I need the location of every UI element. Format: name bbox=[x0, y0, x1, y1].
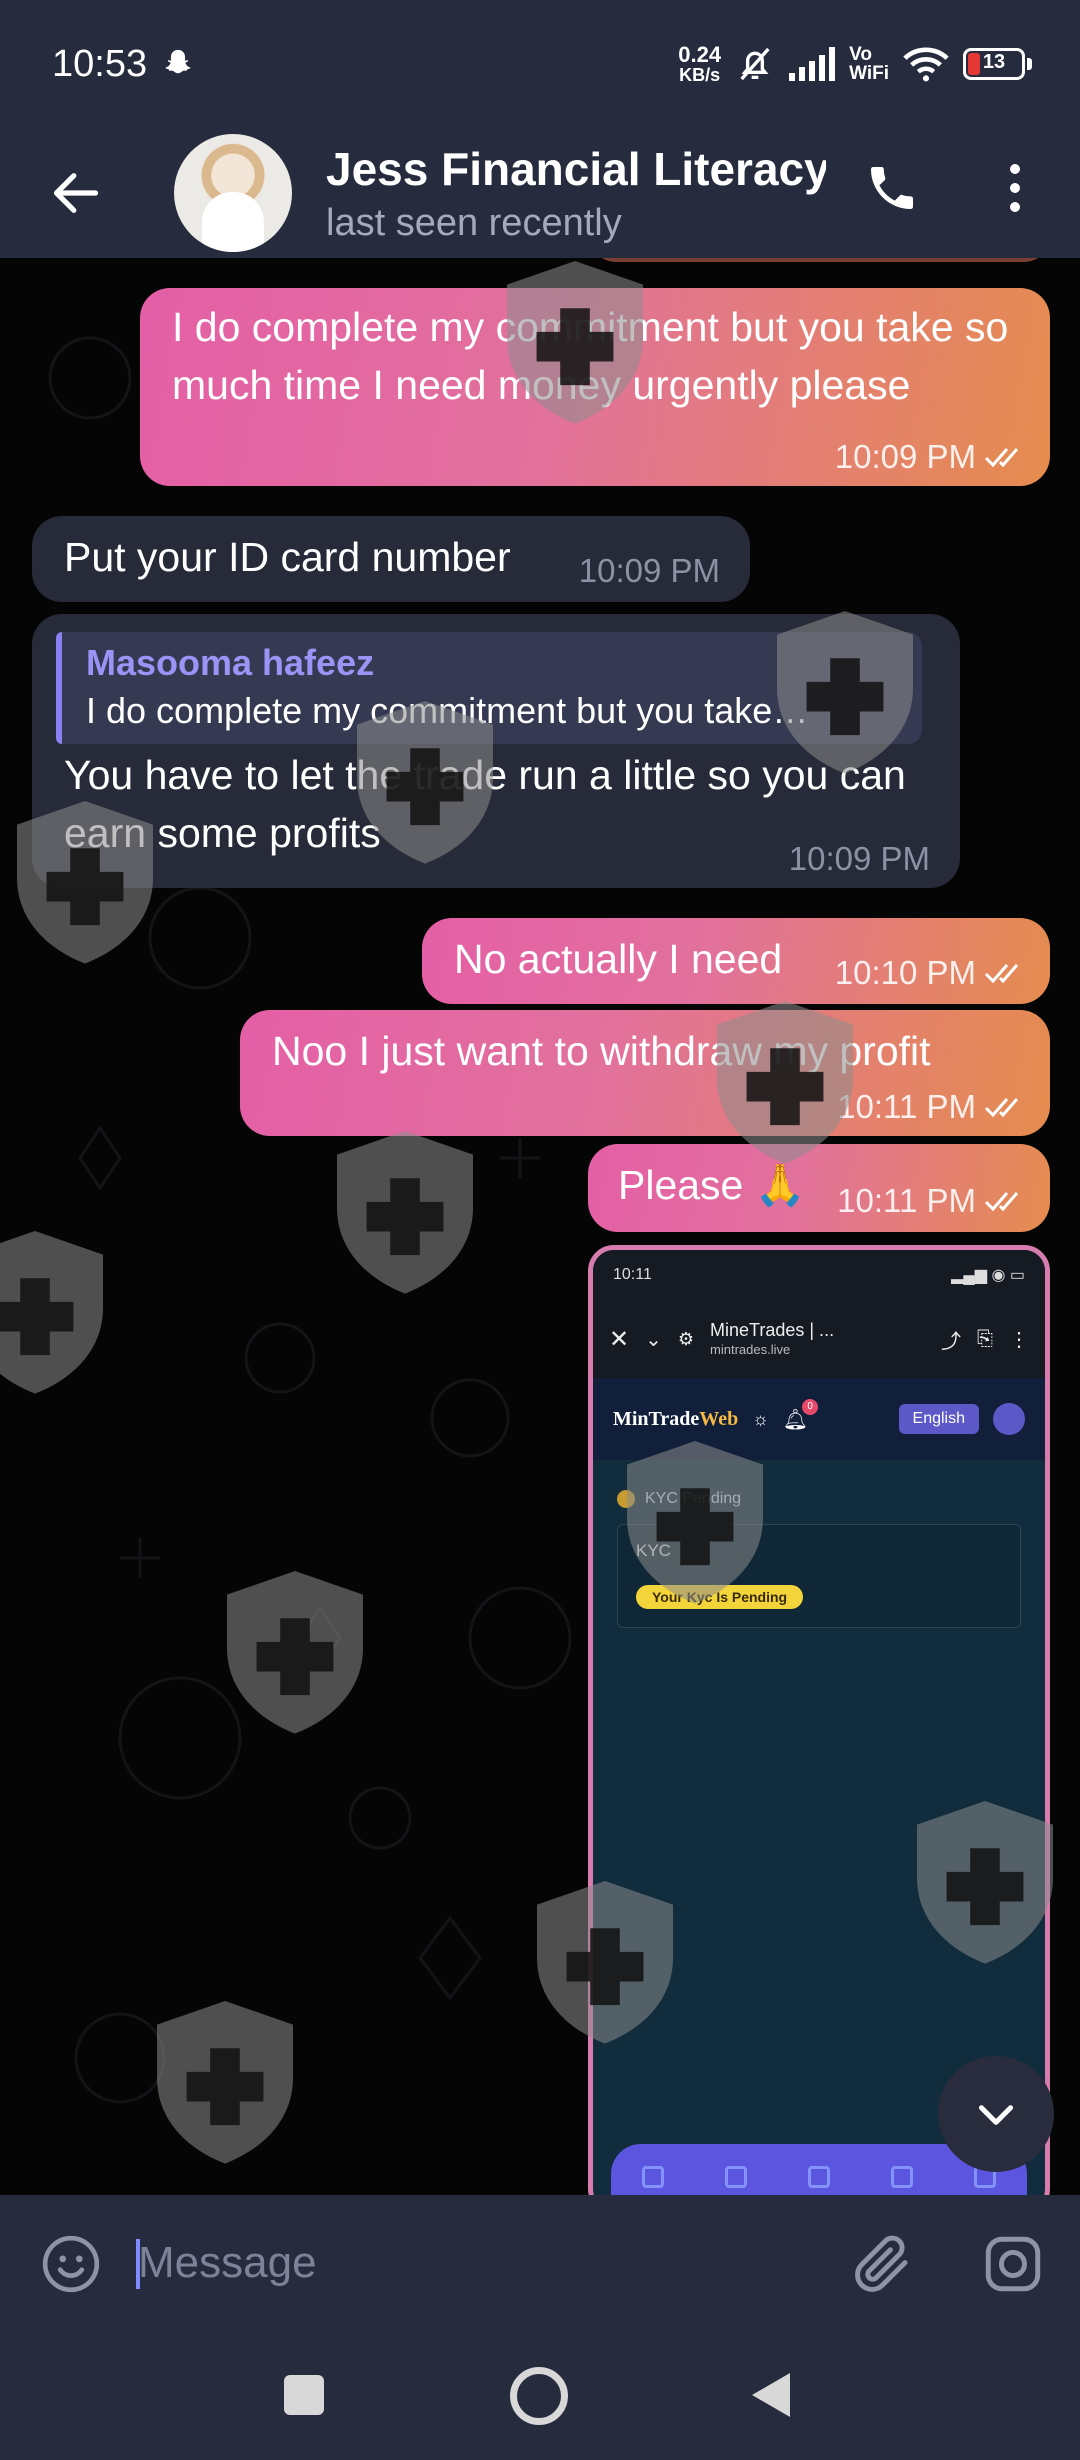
bookmark-icon: ⎘ bbox=[977, 1327, 993, 1350]
kyc-title: KYC bbox=[636, 1541, 671, 1560]
kyc-pending-heading: KYC Pending bbox=[617, 1490, 1021, 1508]
kyc-card: KYC Your Kyc Is Pending bbox=[617, 1524, 1021, 1628]
message-input[interactable] bbox=[138, 2223, 798, 2303]
more-options-button[interactable] bbox=[990, 148, 1040, 228]
message-time: 10:11 PM bbox=[837, 1088, 976, 1125]
chevron-down-icon: ⌄ bbox=[645, 1328, 662, 1351]
message-text: I do complete my commitment but you take… bbox=[172, 304, 1009, 408]
sun-icon: ☼ bbox=[752, 1408, 769, 1429]
scroll-to-bottom-button[interactable] bbox=[938, 2056, 1054, 2172]
screenshot-page-body: KYC Pending KYC Your Kyc Is Pending bbox=[593, 1460, 1045, 1658]
image-message-screenshot[interactable]: 10:11 ▂▄▆ ◉ ▭ ✕ ⌄ ⚙ MineTrades | ... min… bbox=[588, 1245, 1050, 2195]
message-time: 10:09 PM bbox=[578, 552, 720, 589]
battery-icon: 13 bbox=[963, 48, 1032, 80]
dot-icon bbox=[1010, 164, 1020, 174]
message-time: 10:09 PM bbox=[834, 438, 976, 475]
chat-title: Jess Financial Literacy bbox=[326, 142, 826, 195]
grid-icon bbox=[641, 2166, 664, 2188]
screenshot-status-icons: ▂▄▆ ◉ ▭ bbox=[951, 1267, 1025, 1284]
message-text: No actually I need bbox=[454, 936, 783, 982]
notification-count: 0 bbox=[802, 1398, 819, 1415]
message-meta: 10:10 PM bbox=[835, 954, 1030, 992]
message-meta: 10:11 PM bbox=[837, 1182, 1030, 1220]
call-button[interactable] bbox=[852, 148, 932, 228]
status-bar: 10:53 0.24 KB/s Vo WiFi 13 bbox=[0, 0, 1080, 128]
wifi-icon bbox=[903, 47, 949, 82]
instagram-camera-icon[interactable] bbox=[980, 2231, 1046, 2297]
site-settings-icon: ⚙ bbox=[677, 1328, 695, 1349]
back-button[interactable] bbox=[26, 143, 126, 243]
user-icon bbox=[993, 1403, 1025, 1435]
emoji-icon[interactable] bbox=[40, 2233, 102, 2295]
message-text: Noo I just want to withdraw my profit bbox=[272, 1028, 931, 1074]
system-nav-bar bbox=[0, 2331, 1080, 2460]
message-text: Please 🙏 bbox=[618, 1162, 806, 1208]
double-check-icon bbox=[984, 1098, 1019, 1118]
home-button[interactable] bbox=[510, 2367, 568, 2425]
recent-apps-button[interactable] bbox=[284, 2375, 324, 2415]
battery-level: 13 bbox=[982, 51, 1006, 73]
double-check-icon bbox=[984, 448, 1019, 468]
message-text: Put your ID card number bbox=[64, 534, 511, 580]
last-seen-status: last seen recently bbox=[326, 201, 622, 244]
message-incoming[interactable]: Put your ID card number 10:09 PM bbox=[32, 516, 750, 602]
status-icons: 0.24 KB/s Vo WiFi 13 bbox=[678, 44, 1032, 84]
mute-bell-icon bbox=[740, 47, 770, 81]
status-time: 10:53 bbox=[52, 42, 148, 85]
phone-icon bbox=[871, 167, 913, 209]
chat-info[interactable]: Jess Financial Literacy last seen recent… bbox=[326, 142, 826, 245]
message-time: 10:10 PM bbox=[834, 954, 976, 991]
close-icon: ✕ bbox=[609, 1325, 630, 1353]
chat-area[interactable]: I do complete my commitment but you take… bbox=[0, 258, 1080, 2195]
snapchat-icon bbox=[165, 49, 191, 74]
cube-icon bbox=[807, 2166, 830, 2188]
reply-text: I do complete my commitment but you take… bbox=[86, 690, 809, 731]
message-time: 10:09 PM bbox=[788, 840, 930, 877]
signal-icon bbox=[789, 47, 836, 81]
gift-icon bbox=[891, 2166, 914, 2188]
reply-quote[interactable]: Masooma hafeez I do complete my commitme… bbox=[56, 632, 922, 744]
download-icon bbox=[724, 2166, 747, 2188]
site-logo: MinTradeWeb bbox=[613, 1407, 739, 1430]
message-outgoing[interactable]: No actually I need 10:10 PM bbox=[422, 918, 1050, 1004]
double-check-icon bbox=[984, 964, 1019, 984]
chevron-down-icon bbox=[978, 2105, 1014, 2125]
arrow-left-icon bbox=[53, 173, 99, 213]
screenshot-url: MineTrades | ... mintrades.live bbox=[710, 1320, 835, 1357]
screenshot-status-bar: 10:11 ▂▄▆ ◉ ▭ bbox=[593, 1250, 1045, 1300]
reply-author: Masooma hafeez bbox=[86, 642, 375, 683]
back-nav-button[interactable] bbox=[752, 2373, 790, 2417]
paperclip-icon[interactable] bbox=[850, 2231, 916, 2297]
screenshot-browser-bar: ✕ ⌄ ⚙ MineTrades | ... mintrades.live ⤴ … bbox=[593, 1300, 1045, 1378]
previous-message-edge bbox=[590, 258, 1050, 262]
message-outgoing[interactable]: I do complete my commitment but you take… bbox=[140, 288, 1050, 486]
network-speed: 0.24 KB/s bbox=[678, 42, 722, 85]
screenshot-site-nav: MinTradeWeb ☼ 🔔︎ 0 English bbox=[593, 1378, 1045, 1460]
message-incoming-reply[interactable]: Masooma hafeez I do complete my commitme… bbox=[32, 614, 960, 888]
message-meta: 10:11 PM bbox=[837, 1088, 1030, 1126]
chat-header: Jess Financial Literacy last seen recent… bbox=[0, 128, 1080, 258]
message-outgoing[interactable]: Please 🙏 10:11 PM bbox=[588, 1144, 1050, 1232]
language-select: English bbox=[898, 1404, 979, 1434]
double-check-icon bbox=[984, 1192, 1019, 1212]
kyc-status-badge: Your Kyc Is Pending bbox=[636, 1585, 804, 1609]
message-input-bar bbox=[0, 2195, 1080, 2331]
dot-icon bbox=[1010, 183, 1020, 193]
vowifi-indicator: Vo WiFi bbox=[849, 44, 889, 84]
more-icon: ⋮ bbox=[1009, 1328, 1029, 1351]
share-icon: ⤴ bbox=[941, 1330, 961, 1353]
screenshot-time: 10:11 bbox=[613, 1266, 652, 1283]
dot-icon bbox=[1010, 202, 1020, 212]
bell-icon: 🔔︎ 0 bbox=[783, 1398, 819, 1432]
avatar[interactable] bbox=[174, 134, 292, 252]
message-outgoing[interactable]: Noo I just want to withdraw my profit 10… bbox=[240, 1010, 1050, 1136]
message-time: 10:11 PM bbox=[837, 1182, 976, 1219]
message-meta: 10:09 PM bbox=[835, 438, 1030, 476]
kyc-icon bbox=[617, 1490, 635, 1508]
